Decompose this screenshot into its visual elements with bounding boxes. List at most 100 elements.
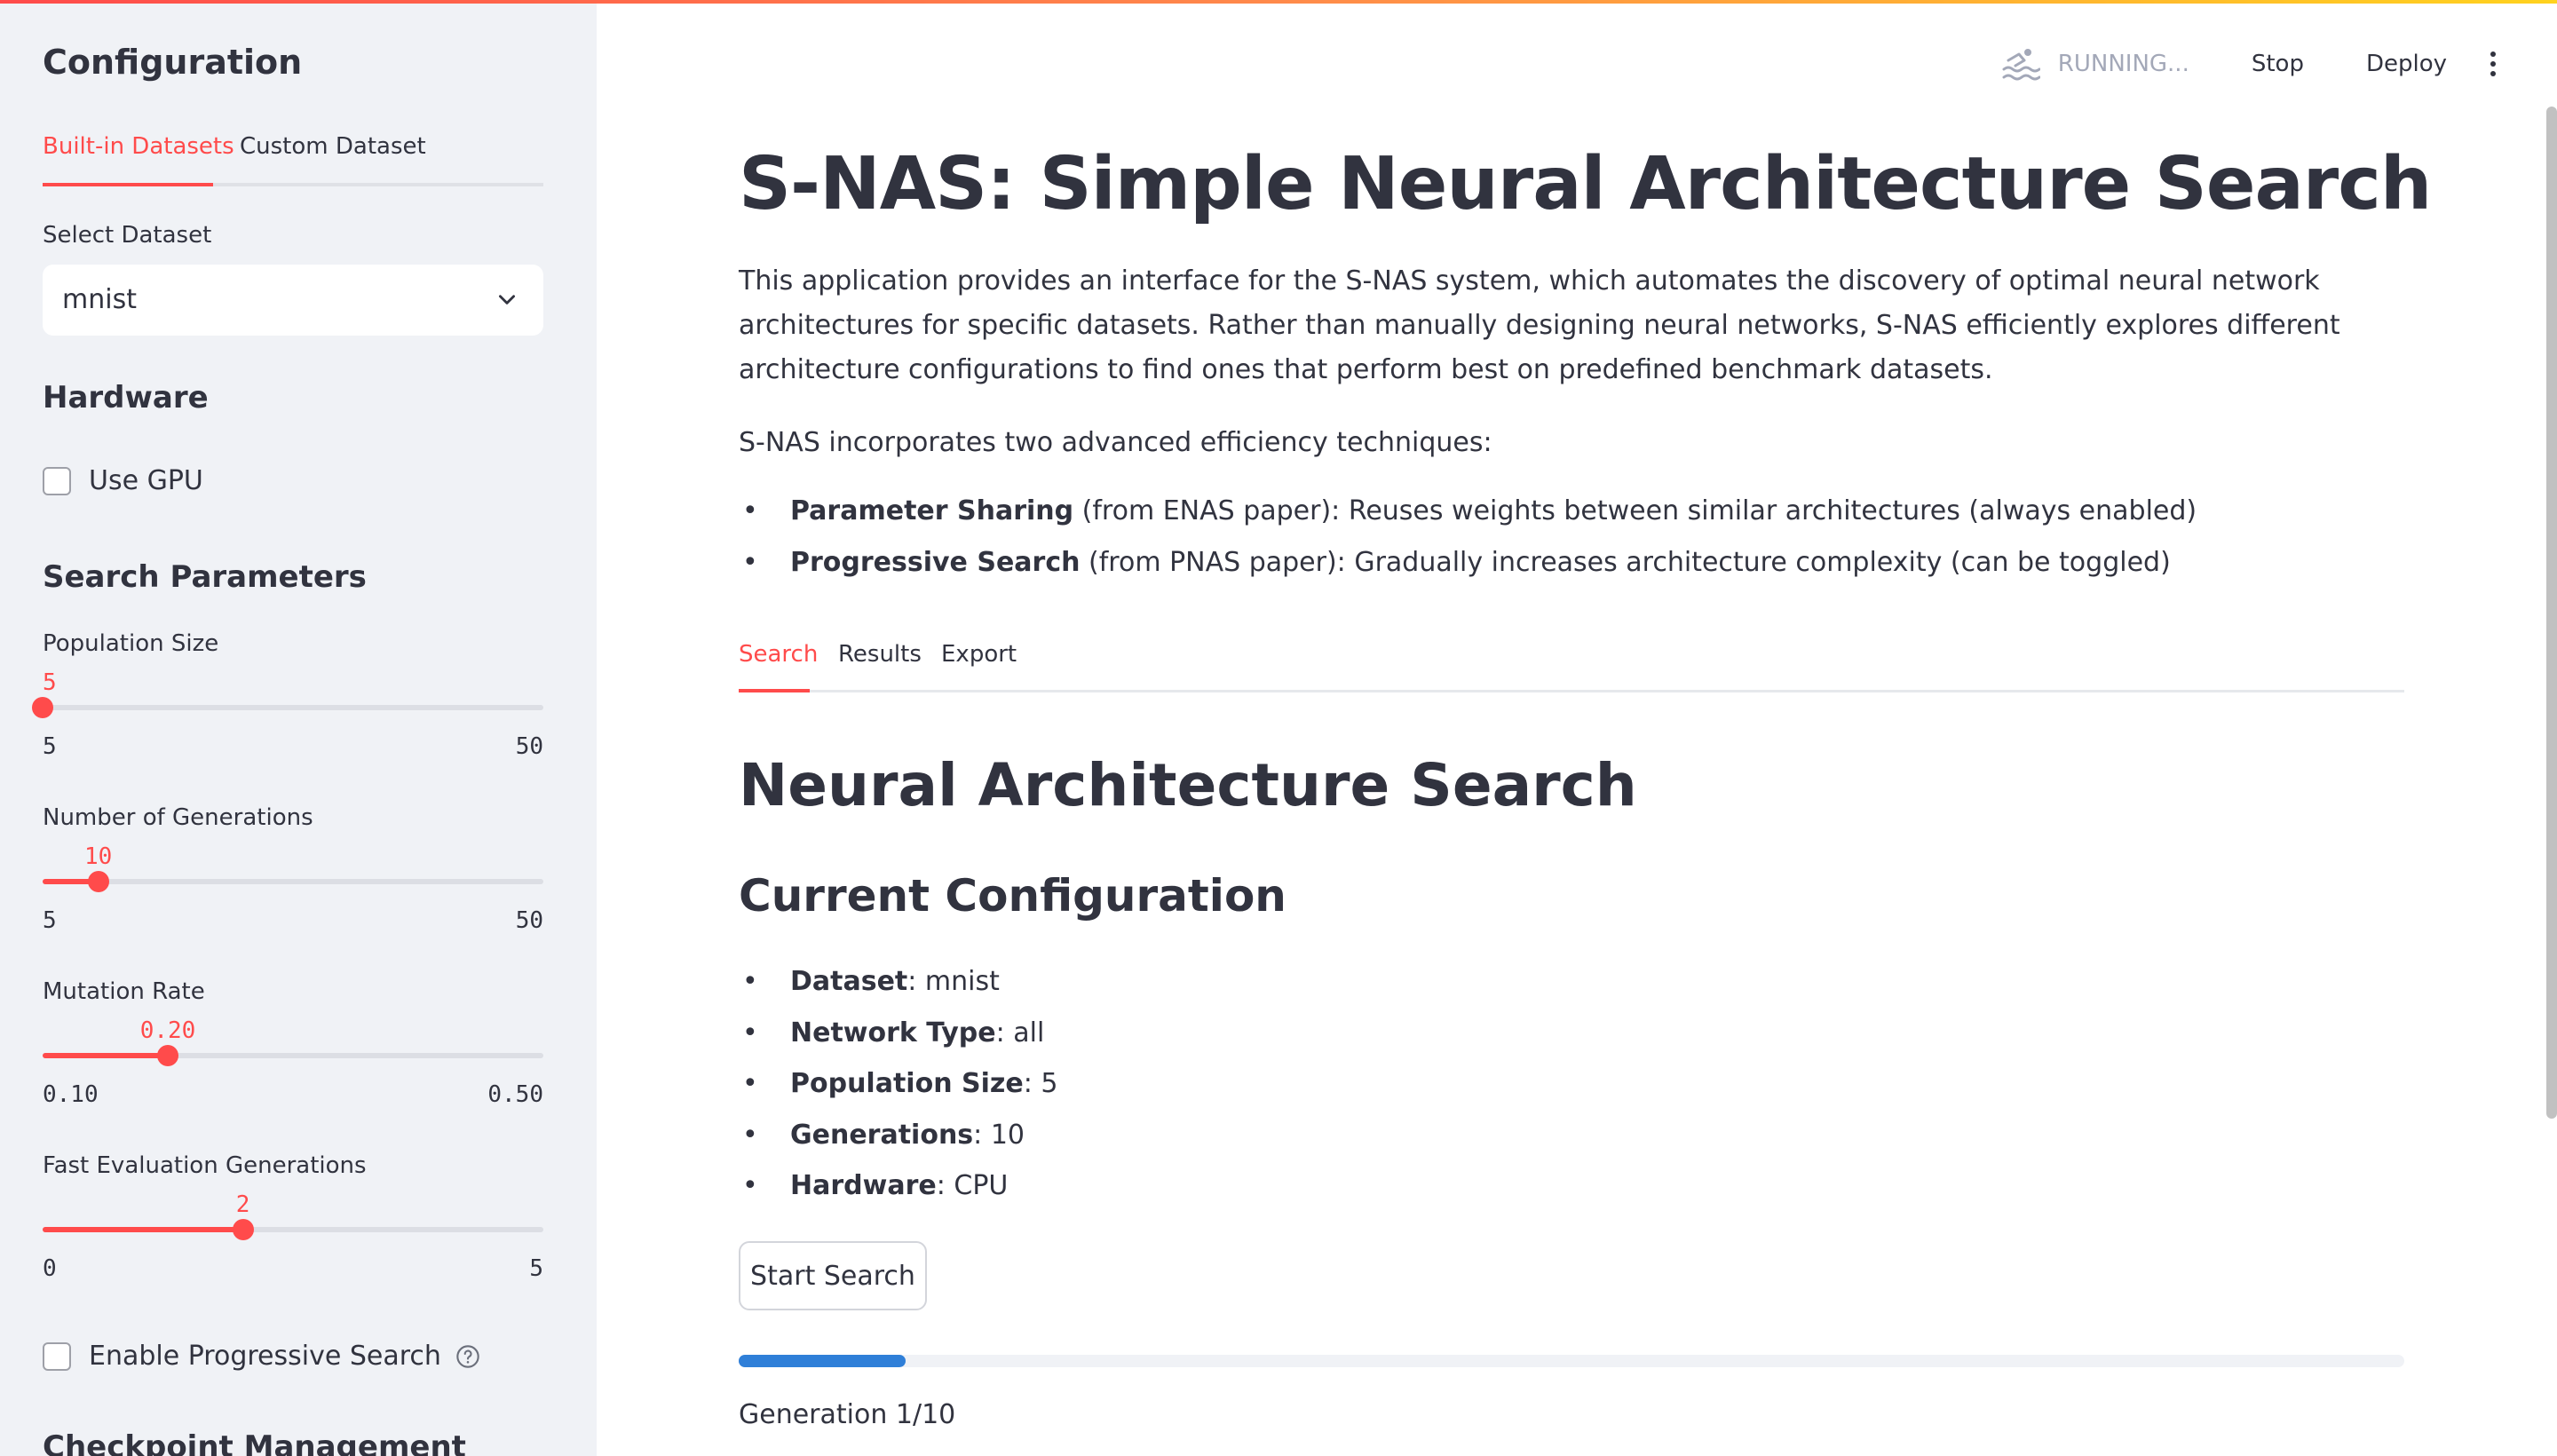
intro-paragraph: This application provides an interface f… — [739, 265, 2340, 385]
slider-track — [43, 879, 543, 884]
bullet: • — [742, 547, 758, 578]
bullet: • — [742, 1017, 758, 1048]
slider-value: 2 — [235, 1191, 250, 1218]
chevron-down-icon — [499, 295, 515, 305]
list-item-text: : all — [995, 1017, 1045, 1048]
slider-value: 10 — [83, 843, 113, 870]
use-gpu-checkbox[interactable]: Use GPU — [43, 465, 203, 496]
slider-thumb[interactable] — [87, 871, 109, 892]
list-item: • Population Size: 5 — [739, 1068, 1057, 1099]
dataset-select[interactable]: mnist — [43, 265, 543, 336]
checkbox-box — [43, 1341, 71, 1371]
checkbox-box — [43, 466, 71, 495]
search-parameters-heading: Search Parameters — [43, 559, 367, 595]
running-status: RUNNING... — [2001, 44, 2189, 83]
slider-min: 5 — [43, 907, 57, 934]
page-title: S-NAS: Simple Neural Architecture Search — [739, 142, 2432, 226]
slider-track — [43, 705, 543, 710]
list-item: • Generations: 10 — [739, 1120, 1025, 1151]
slider-thumb[interactable] — [157, 1045, 178, 1066]
slider-fill — [43, 1227, 243, 1232]
slider-min: 5 — [43, 733, 57, 760]
techniques-intro: S-NAS incorporates two advanced efficien… — [739, 427, 1492, 458]
list-item-bold: Progressive Search — [790, 547, 1081, 578]
dataset-select-value: mnist — [62, 284, 137, 315]
population-size-label: Population Size — [43, 630, 219, 657]
list-item-bold: Generations — [790, 1120, 974, 1151]
tab-results[interactable]: Results — [838, 641, 922, 668]
list-item-text: : 10 — [973, 1120, 1025, 1151]
main-scrollbar[interactable] — [2546, 107, 2557, 1119]
sidebar-title: Configuration — [43, 43, 303, 82]
bullet: • — [742, 1120, 758, 1151]
tab-built-in-datasets[interactable]: Built-in Datasets — [43, 133, 234, 160]
population-size-slider[interactable]: 5 5 50 — [32, 669, 543, 760]
progressive-search-checkbox[interactable]: Enable Progressive Search — [43, 1341, 480, 1372]
stop-button[interactable]: Stop — [2236, 45, 2320, 83]
config-title: Current Configuration — [739, 870, 1286, 922]
select-dataset-label: Select Dataset — [43, 222, 212, 249]
list-item: • Parameter Sharing (from ENAS paper): Re… — [739, 495, 2197, 526]
bullet: • — [742, 966, 758, 997]
slider-max: 5 — [529, 1255, 543, 1282]
slider-value: 0.20 — [139, 1017, 196, 1044]
generations-label: Number of Generations — [43, 804, 313, 831]
list-item-bold: Dataset — [790, 966, 908, 997]
list-item: • Hardware: CPU — [739, 1170, 1008, 1201]
bullet: • — [742, 1170, 758, 1201]
bullet: • — [742, 1068, 758, 1099]
progress-fill — [739, 1355, 906, 1367]
list-item-text: : mnist — [907, 966, 1000, 997]
list-item-text: : CPU — [936, 1170, 1009, 1201]
list-item-bold: Hardware — [790, 1170, 937, 1201]
slider-max: 50 — [515, 733, 543, 760]
list-item-text: (from PNAS paper): Gradually increases a… — [1080, 547, 2171, 578]
fast-eval-slider[interactable]: 2 0 5 — [43, 1191, 543, 1282]
slider-value: 5 — [43, 669, 57, 696]
list-item-text: : 5 — [1023, 1068, 1058, 1099]
progressive-search-label: Enable Progressive Search — [89, 1341, 441, 1372]
toolbar: RUNNING... Stop Deploy — [2001, 43, 2504, 85]
running-label: RUNNING... — [2057, 51, 2189, 77]
swimmer-icon — [2002, 49, 2040, 81]
list-item-bold: Parameter Sharing — [790, 495, 1074, 526]
slider-thumb[interactable] — [32, 697, 53, 718]
kebab-menu-icon[interactable] — [2482, 46, 2504, 82]
use-gpu-label: Use GPU — [89, 465, 203, 496]
slider-min: 0 — [43, 1255, 57, 1282]
main-area: RUNNING... Stop Deploy S-NAS: Simple Neu… — [597, 0, 2557, 1456]
list-item-bold: Network Type — [790, 1017, 996, 1048]
mutation-rate-slider[interactable]: 0.20 0.10 0.50 — [43, 1017, 543, 1108]
generation-status: Generation 1/10 — [739, 1399, 956, 1430]
sidebar: Configuration Built-in Datasets Custom D… — [0, 0, 597, 1456]
help-icon[interactable] — [455, 1344, 480, 1369]
bullet: • — [742, 495, 758, 526]
sidebar-tabs: Built-in Datasets Custom Dataset — [43, 130, 543, 186]
deploy-button[interactable]: Deploy — [2350, 45, 2463, 83]
list-item-bold: Population Size — [790, 1068, 1024, 1099]
hardware-heading: Hardware — [43, 380, 209, 415]
slider-max: 50 — [515, 907, 543, 934]
search-progress-bar — [739, 1355, 2404, 1367]
active-tab-underline — [739, 689, 810, 692]
list-item: • Network Type: all — [739, 1017, 1044, 1048]
tab-custom-dataset[interactable]: Custom Dataset — [240, 133, 426, 160]
tab-export[interactable]: Export — [941, 641, 1017, 668]
top-decoration-bar — [0, 0, 2557, 4]
active-tab-underline — [43, 183, 213, 186]
list-item: • Progressive Search (from PNAS paper): G… — [739, 547, 2171, 578]
start-search-button[interactable]: Start Search — [739, 1241, 927, 1310]
fast-eval-label: Fast Evaluation Generations — [43, 1152, 367, 1179]
main-tabs: Search Results Export — [739, 636, 2404, 692]
tab-search[interactable]: Search — [739, 641, 818, 668]
checkpoint-heading: Checkpoint Management — [43, 1429, 466, 1456]
slider-fill — [43, 1053, 168, 1058]
slider-thumb[interactable] — [232, 1219, 254, 1240]
section-title: Neural Architecture Search — [739, 751, 1637, 819]
slider-min: 0.10 — [43, 1081, 99, 1108]
list-item: • Dataset: mnist — [739, 966, 1000, 997]
list-item-text: (from ENAS paper): Reuses weights betwee… — [1073, 495, 2197, 526]
slider-max: 0.50 — [487, 1081, 543, 1108]
generations-slider[interactable]: 10 5 50 — [43, 843, 543, 934]
mutation-rate-label: Mutation Rate — [43, 978, 205, 1005]
